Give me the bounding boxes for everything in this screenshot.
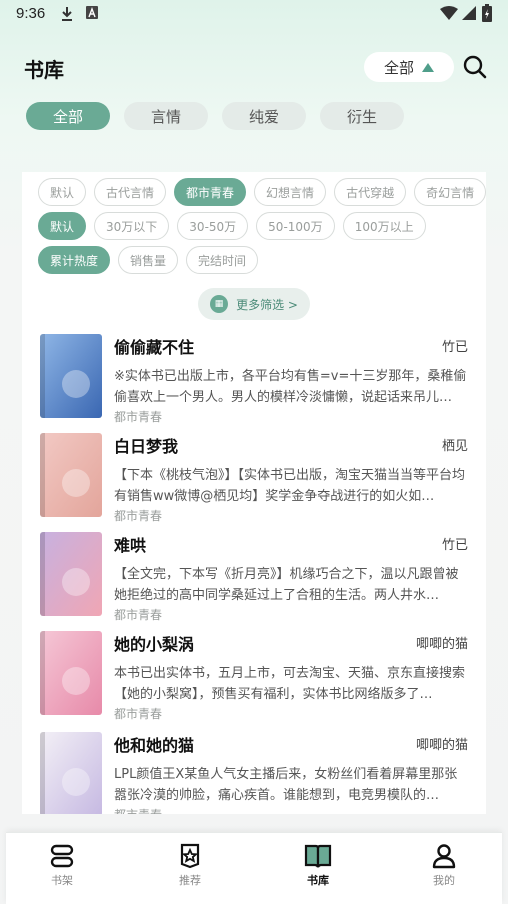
category-tabs: 全部 言情 纯爱 衍生: [26, 102, 404, 130]
genre-filter-row: 默认 古代言情 都市青春 幻想言情 古代穿越 奇幻言情: [38, 178, 486, 206]
book-title[interactable]: 白日梦我: [114, 433, 178, 457]
wordcount-chip[interactable]: 50-100万: [256, 212, 335, 240]
nav-label: 我的: [433, 874, 455, 887]
signal-icon: [462, 6, 476, 20]
list-item[interactable]: 她的小梨涡 唧唧的猫 本书已出实体书，五月上市，可去淘宝、天猫、京东直接搜索【她…: [22, 631, 486, 731]
nav-label: 书库: [307, 874, 329, 887]
search-icon[interactable]: [462, 54, 488, 80]
book-cover-art: [40, 631, 102, 715]
list-item[interactable]: 难哄 竹已 【全文完，下本写《折月亮》】机缘巧合之下，温以凡跟曾被她拒绝过的高中…: [22, 532, 486, 632]
tab-romance[interactable]: 言情: [124, 102, 208, 130]
tab-label: 纯爱: [248, 107, 279, 126]
nav-library[interactable]: 书库: [278, 843, 358, 888]
sort-chip[interactable]: 销售量: [118, 246, 179, 274]
book-cover[interactable]: [40, 433, 102, 517]
book-genre-tag: 都市青春: [114, 707, 163, 721]
book-title[interactable]: 她的小梨涡: [114, 631, 194, 655]
book-cover-art: [40, 433, 102, 517]
filter-icon: ▦: [210, 295, 229, 313]
book-description: 【全文完，下本写《折月亮》】机缘巧合之下，温以凡跟曾被她拒绝过的高中同学桑延过上…: [114, 567, 459, 603]
book-genre-tag: 都市青春: [114, 806, 162, 814]
status-bar: 9:36: [0, 0, 508, 30]
tab-derivative[interactable]: 衍生: [320, 102, 404, 130]
download-icon: [62, 7, 72, 21]
genre-chip[interactable]: 古代言情: [94, 178, 167, 206]
book-description: 【下本《桃枝气泡》】【实体书已出版，淘宝天猫当当等平台均有销售ww微博@栖见均】…: [114, 468, 466, 504]
profile-icon: [432, 844, 456, 869]
tab-label: 全部: [52, 107, 83, 126]
book-cover[interactable]: [40, 631, 102, 715]
sort-chip[interactable]: 完结时间: [186, 246, 259, 274]
wordcount-chip[interactable]: 30-50万: [177, 212, 249, 240]
genre-chip[interactable]: 奇幻言情: [414, 178, 486, 206]
nav-bookshelf[interactable]: 书架: [22, 843, 102, 888]
book-description: 本书已出实体书，五月上市，可去淘宝、天猫、京东直接搜索【她的小梨窝】，预售买有福…: [114, 666, 466, 702]
sort-chip[interactable]: 累计热度: [38, 246, 111, 274]
sort-filter-row: 累计热度 销售量 完结时间: [38, 246, 259, 274]
nav-label: 推荐: [179, 874, 201, 887]
book-author: 竹已: [441, 538, 468, 553]
triangle-up-icon: [422, 62, 434, 72]
library-card: 默认 古代言情 都市青春 幻想言情 古代穿越 奇幻言情 默认 30万以下 30-…: [22, 172, 486, 814]
tab-label: 衍生: [346, 107, 377, 126]
book-cover[interactable]: [40, 334, 102, 418]
book-cover-art: [40, 732, 102, 814]
book-cover[interactable]: [40, 532, 102, 616]
book-author: 唧唧的猫: [415, 738, 468, 753]
nav-label: 书架: [51, 874, 73, 887]
book-genre-tag: 都市青春: [114, 410, 163, 424]
genre-chip[interactable]: 幻想言情: [254, 178, 327, 206]
wordcount-filter-row: 默认 30万以下 30-50万 50-100万 100万以上: [38, 212, 426, 240]
book-description: ※实体书已出版上市，各平台均有售=v=十三岁那年，桑稚偷偷喜欢上一个男人。男人的…: [114, 369, 467, 405]
page-title: 书库: [24, 58, 64, 82]
book-title[interactable]: 难哄: [114, 532, 146, 556]
book-genre-tag: 都市青春: [114, 608, 163, 622]
more-filters-button[interactable]: ▦ 更多筛选 >: [198, 288, 310, 320]
category-dropdown-label: 全部: [383, 58, 414, 77]
list-item[interactable]: 偷偷藏不住 竹已 ※实体书已出版上市，各平台均有售=v=十三岁那年，桑稚偷偷喜欢…: [22, 334, 486, 434]
more-filters-label: 更多筛选 >: [236, 297, 298, 312]
genre-chip[interactable]: 古代穿越: [334, 178, 407, 206]
star-icon: [180, 843, 200, 869]
tab-pure-love[interactable]: 纯爱: [222, 102, 306, 130]
book-title[interactable]: 偷偷藏不住: [114, 334, 194, 358]
book-cover-art: [40, 532, 102, 616]
wordcount-chip[interactable]: 默认: [38, 212, 87, 240]
status-time: 9:36: [16, 5, 46, 22]
tab-label: 言情: [150, 107, 181, 126]
wordcount-chip[interactable]: 100万以上: [342, 212, 426, 240]
book-description: LPL颜值王X某鱼人气女主播后来，女粉丝们看着屏幕里那张嚣张冷漠的帅脸，痛心疾首…: [114, 767, 458, 803]
genre-chip[interactable]: 都市青春: [174, 178, 247, 206]
battery-icon: [482, 4, 492, 22]
nav-profile[interactable]: 我的: [404, 843, 484, 888]
list-item[interactable]: 白日梦我 栖见 【下本《桃枝气泡》】【实体书已出版，淘宝天猫当当等平台均有销售w…: [22, 433, 486, 533]
book-cover-art: [40, 334, 102, 418]
library-book-icon: [304, 844, 332, 868]
genre-chip[interactable]: 默认: [38, 178, 87, 206]
nav-recommend[interactable]: 推荐: [150, 843, 230, 888]
font-notification-icon: [86, 6, 98, 19]
book-genre-tag: 都市青春: [114, 509, 163, 523]
wordcount-chip[interactable]: 30万以下: [94, 212, 170, 240]
bookshelf-icon: [50, 844, 74, 868]
book-cover[interactable]: [40, 732, 102, 814]
category-dropdown[interactable]: 全部: [364, 52, 454, 82]
book-author: 竹已: [441, 340, 468, 355]
bottom-navigation: 书架 推荐 书库 我的: [6, 832, 502, 904]
wifi-icon: [440, 6, 458, 20]
book-author: 唧唧的猫: [415, 637, 468, 652]
tab-all[interactable]: 全部: [26, 102, 110, 130]
book-author: 栖见: [441, 439, 468, 454]
book-title[interactable]: 他和她的猫: [114, 732, 194, 756]
header: 书库 全部: [0, 48, 508, 88]
list-item[interactable]: 他和她的猫 唧唧的猫 LPL颜值王X某鱼人气女主播后来，女粉丝们看着屏幕里那张嚣…: [22, 732, 486, 814]
